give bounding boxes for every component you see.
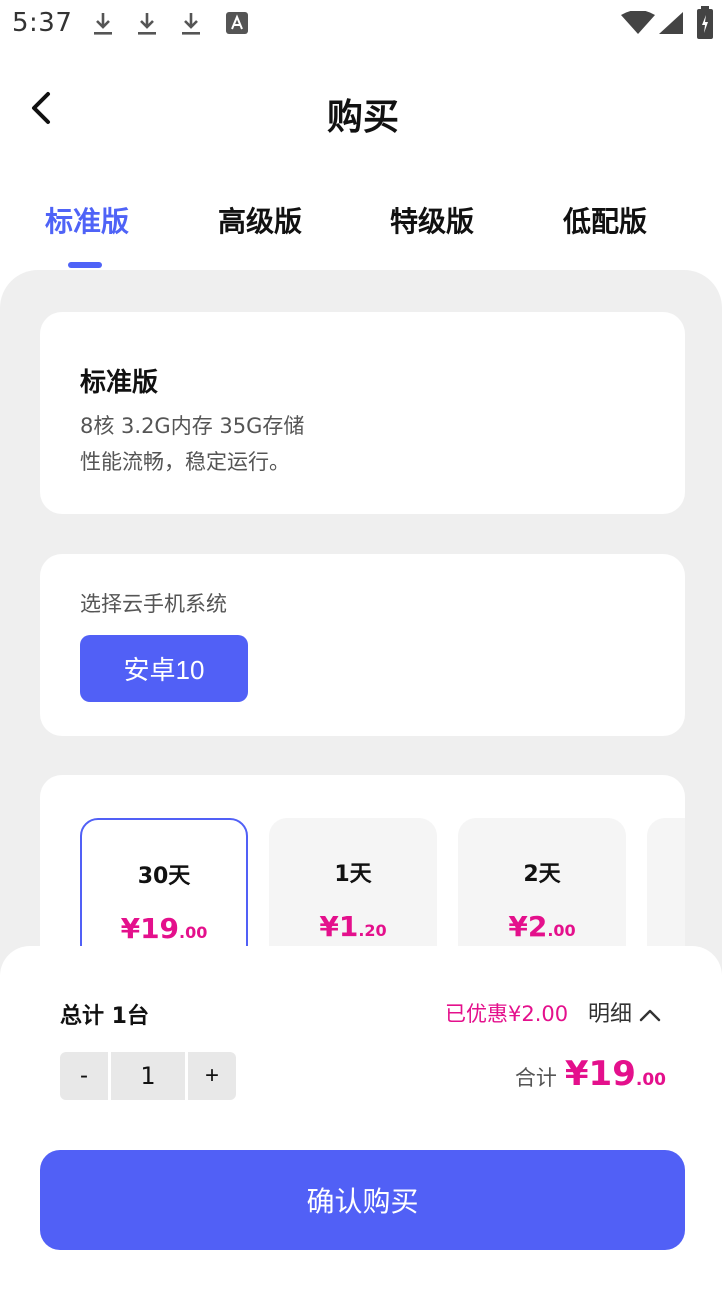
purchase-screen: 5:37 购买 标准版 高级版 特级版 低配版 标准版 8核 3.2G内存 35…	[0, 0, 726, 1292]
os-select-label: 选择云手机系统	[80, 592, 227, 616]
quantity-value[interactable]: 1	[111, 1052, 185, 1100]
chevron-up-icon	[638, 1004, 662, 1022]
decrement-button[interactable]: -	[60, 1052, 108, 1100]
duration-price: ¥1.20	[319, 910, 387, 943]
os-select-card: 选择云手机系统 安卓10	[40, 554, 685, 736]
status-time: 5:37	[12, 8, 73, 38]
tab-standard[interactable]: 标准版	[45, 200, 129, 240]
a-icon	[226, 12, 248, 34]
tab-advanced[interactable]: 高级版	[218, 200, 302, 240]
duration-label: 30天	[137, 864, 191, 889]
detail-toggle[interactable]: 明细	[588, 996, 662, 1028]
battery-icon	[696, 6, 714, 40]
duration-price: ¥19.00	[120, 912, 208, 945]
status-bar: 5:37	[0, 0, 726, 48]
wifi-icon	[620, 10, 656, 35]
tab-low-config[interactable]: 低配版	[563, 200, 647, 240]
plan-description: 性能流畅，稳定运行。	[80, 450, 290, 474]
duration-label: 1天	[334, 862, 372, 887]
purchase-summary-sheet: 总计 1台 已优惠¥2.00 明细 - 1 + 合计 ¥19.00 确认购买	[0, 946, 722, 1292]
duration-price: ¥2.00	[508, 910, 576, 943]
plan-spec: 8核 3.2G内存 35G存储	[80, 414, 305, 438]
sum-total: 合计 ¥19.00	[515, 1054, 666, 1094]
download-icon	[180, 10, 202, 38]
plan-name: 标准版	[80, 368, 159, 398]
duration-label: 2天	[523, 862, 561, 887]
signal-icon	[658, 11, 684, 35]
download-icon	[136, 10, 158, 38]
page-title: 购买	[326, 97, 399, 138]
sum-label: 合计	[514, 1066, 557, 1090]
os-option-android10[interactable]: 安卓10	[80, 635, 248, 702]
discount-text: 已优惠¥2.00	[445, 1002, 569, 1026]
download-icon	[92, 10, 114, 38]
header: 购买	[0, 62, 726, 158]
plan-card: 标准版 8核 3.2G内存 35G存储 性能流畅，稳定运行。	[40, 312, 685, 514]
tab-indicator	[68, 262, 102, 268]
version-tabs: 标准版 高级版 特级版 低配版	[0, 192, 726, 272]
sum-price: ¥19.00	[564, 1054, 666, 1094]
tab-premium[interactable]: 特级版	[390, 200, 474, 240]
increment-button[interactable]: +	[188, 1052, 236, 1100]
total-label: 总计 1台	[60, 1004, 149, 1029]
detail-label: 明细	[588, 1002, 633, 1027]
confirm-purchase-button[interactable]: 确认购买	[40, 1150, 685, 1250]
quantity-stepper: - 1 +	[60, 1052, 236, 1100]
